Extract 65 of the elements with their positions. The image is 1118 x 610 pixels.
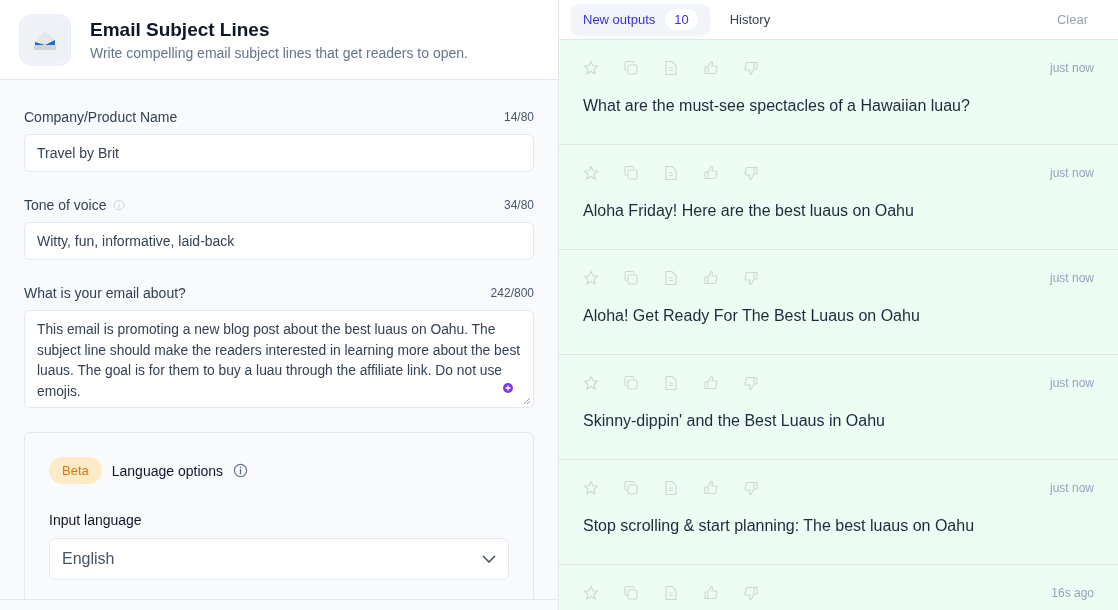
star-icon[interactable] [583, 270, 599, 286]
page-subtitle: Write compelling email subject lines that get readers to open. [90, 44, 468, 61]
subject-line: What are the must-see spectacles of a Hawaiian luau? [583, 97, 971, 115]
thumbs-down-icon[interactable] [743, 375, 759, 391]
input-field[interactable]: Witty, fun, informative, laid-back [24, 222, 534, 260]
copy-icon[interactable] [623, 165, 639, 181]
input-field[interactable]: Travel by Brit [24, 134, 534, 172]
count: 10 [665, 9, 698, 30]
document-icon[interactable] [663, 165, 679, 181]
copy-icon[interactable] [623, 585, 639, 601]
subject-line: Aloha Friday! Here are the best luaus on Oahu [583, 202, 915, 220]
document-icon[interactable] [663, 270, 679, 286]
thumbs-down-icon[interactable] [743, 165, 759, 181]
chevron-down-icon [482, 555, 496, 563]
language-dropdown[interactable]: English [49, 538, 509, 580]
star-icon[interactable] [583, 375, 599, 391]
thumbs-up-icon[interactable] [703, 165, 719, 181]
thumbs-up-icon[interactable] [703, 585, 719, 601]
timestamp: just now [1049, 166, 1094, 180]
tab[interactable]: History [717, 3, 783, 36]
star-icon[interactable] [583, 480, 599, 496]
field-label: Tone of voice [24, 197, 107, 213]
thumbs-down-icon[interactable] [743, 270, 759, 286]
field-label: Company/Product Name [24, 109, 178, 125]
tab[interactable]: New outputs 10 [571, 3, 710, 36]
subject-line: Aloha! Get Ready For The Best Luaus on Oahu [583, 307, 921, 325]
section-title: Language options [111, 462, 224, 479]
character-count: 34/80 [503, 198, 534, 212]
copy-icon[interactable] [623, 270, 639, 286]
field-label: What is your email about? [24, 285, 186, 301]
subject-line: Stop scrolling & start planning: The best luaus on Oahu [583, 517, 976, 535]
copy-icon[interactable] [623, 60, 639, 76]
thumbs-up-icon[interactable] [703, 480, 719, 496]
copy-icon[interactable] [623, 480, 639, 496]
thumbs-up-icon[interactable] [703, 60, 719, 76]
document-icon[interactable] [663, 375, 679, 391]
resize-handle-icon[interactable] [523, 397, 531, 405]
copy-icon[interactable] [623, 375, 639, 391]
thumbs-down-icon[interactable] [743, 480, 759, 496]
star-icon[interactable] [583, 585, 599, 601]
thumbs-up-icon[interactable] [703, 270, 719, 286]
timestamp: just now [1049, 271, 1094, 285]
timestamp: just now [1049, 61, 1094, 75]
subject-line: Skinny-dippin' and the Best Luaus in Oahu [583, 412, 886, 430]
timestamp: just now [1049, 481, 1094, 495]
star-icon[interactable] [583, 165, 599, 181]
timestamp: 16s ago [1051, 586, 1094, 600]
add-icon [503, 383, 513, 393]
thumbs-down-icon[interactable] [743, 585, 759, 601]
document-icon[interactable] [663, 585, 679, 601]
character-count: 242/800 [490, 286, 534, 300]
info-icon [112, 199, 125, 211]
thumbs-down-icon[interactable] [743, 60, 759, 76]
document-icon[interactable] [663, 60, 679, 76]
page-title: Email Subject Lines [90, 18, 271, 41]
thumbs-up-icon[interactable] [703, 375, 719, 391]
document-icon[interactable] [663, 480, 679, 496]
star-icon[interactable] [583, 60, 599, 76]
text-area[interactable]: This email is promoting a new blog post about the best luaus on Oahu. The subject line should make the readers interested in learning more about the best luaus. The goal is for them to buy a luau through the affiliate link. Do not use emojis. [24, 310, 534, 408]
app-logo-icon [20, 14, 70, 65]
info-icon [233, 463, 249, 478]
beta-tag: Beta [49, 457, 102, 484]
field-label: Input language [49, 512, 143, 528]
character-count: 14/80 [503, 110, 534, 124]
timestamp: just now [1049, 376, 1094, 390]
